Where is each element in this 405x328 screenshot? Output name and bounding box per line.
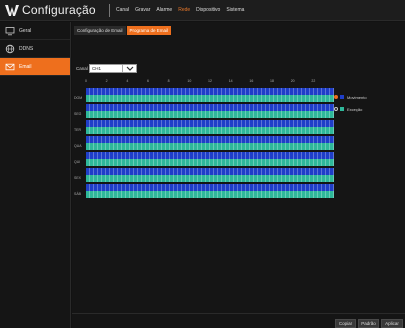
- exception-schedule-band[interactable]: [86, 191, 334, 198]
- day-row[interactable]: TER: [74, 119, 334, 135]
- day-row[interactable]: SEG: [74, 103, 334, 119]
- exception-schedule-band[interactable]: [86, 127, 334, 134]
- radio-icon: [334, 107, 338, 111]
- motion-schedule-band[interactable]: [86, 88, 334, 95]
- hour-tick-label: 0: [85, 79, 87, 83]
- tab-email-schedule[interactable]: Programa de Email: [126, 26, 172, 35]
- nav-item-canal[interactable]: Canal: [116, 7, 129, 13]
- top-nav: Canal Gravar Alarme Rede Dispositivo Sis…: [116, 7, 244, 13]
- radio-icon: [334, 95, 338, 99]
- exception-swatch: [340, 107, 344, 111]
- day-label: SEG: [74, 112, 82, 116]
- day-row[interactable]: SEX: [74, 167, 334, 183]
- tab-email-config[interactable]: Configuração de Email: [74, 26, 126, 35]
- nav-item-gravar[interactable]: Gravar: [135, 7, 150, 13]
- legend-label: Movimento: [347, 94, 367, 100]
- apply-button[interactable]: Aplicar: [381, 319, 403, 328]
- hour-tick-label: 12: [208, 79, 212, 83]
- hour-tick-label: 22: [311, 79, 316, 83]
- day-label: QUA: [74, 144, 82, 148]
- exception-schedule-band[interactable]: [86, 159, 334, 166]
- hour-scale: 0 2 4 6 8 10 12 14 16 18 20 22: [85, 79, 334, 85]
- motion-swatch: [340, 95, 344, 99]
- channel-value: CH1: [92, 66, 102, 71]
- day-label: QUI: [74, 160, 81, 164]
- day-label: TER: [74, 128, 81, 132]
- sidebar-item-label: Email: [19, 63, 32, 70]
- title-divider: [109, 4, 110, 17]
- nav-item-sistema[interactable]: Sistema: [226, 7, 244, 13]
- hour-tick-label: 10: [187, 79, 192, 83]
- day-label: SÁB: [74, 192, 82, 196]
- nav-item-rede[interactable]: Rede: [178, 7, 190, 13]
- monitor-icon: [5, 26, 15, 36]
- day-label: DOM: [74, 96, 83, 100]
- hour-tick-label: 14: [228, 79, 233, 83]
- bottom-bar: Copiar Padrão Aplicar: [72, 313, 405, 328]
- hour-tick-label: 16: [249, 79, 254, 83]
- copy-button[interactable]: Copiar: [335, 319, 356, 328]
- motion-schedule-band[interactable]: [86, 168, 334, 175]
- top-bar: Configuração Canal Gravar Alarme Rede Di…: [0, 0, 405, 21]
- sidebar-item-ddns[interactable]: DDNS: [0, 40, 70, 58]
- day-row[interactable]: SÁB: [74, 183, 334, 199]
- motion-schedule-band[interactable]: [86, 184, 334, 191]
- legend-item-exception[interactable]: Exceção: [334, 103, 367, 115]
- hour-tick-label: 20: [290, 79, 295, 83]
- logo-icon: [5, 5, 19, 16]
- hour-tick-label: 18: [270, 79, 274, 83]
- hour-tick-label: 8: [167, 79, 170, 83]
- schedule-grid[interactable]: DOM SEG TER QUA QUI SEX SÁB: [74, 87, 334, 199]
- mail-icon: [5, 62, 15, 72]
- hour-tick-label: 6: [147, 79, 149, 83]
- channel-label: Canal: [76, 66, 88, 71]
- day-row[interactable]: QUI: [74, 151, 334, 167]
- sidebar-item-label: Geral: [19, 27, 32, 34]
- sidebar-item-label: DDNS: [19, 45, 34, 52]
- legend-item-motion[interactable]: Movimento: [334, 91, 367, 103]
- sidebar-item-email[interactable]: Email: [0, 58, 70, 76]
- main-panel: Configuração de Email Programa de Email …: [72, 22, 405, 328]
- sidebar-item-geral[interactable]: Geral: [0, 22, 70, 40]
- motion-schedule-band[interactable]: [86, 136, 334, 143]
- exception-schedule-band[interactable]: [86, 143, 334, 150]
- sidebar: Geral DDNS Email: [0, 22, 71, 328]
- globe-icon: [5, 44, 15, 54]
- channel-select[interactable]: CH1: [89, 64, 137, 73]
- motion-schedule-band[interactable]: [86, 120, 334, 127]
- page-title: Configuração: [22, 3, 96, 17]
- day-row[interactable]: DOM: [74, 87, 334, 103]
- legend: Movimento Exceção: [334, 91, 367, 115]
- motion-schedule-band[interactable]: [86, 152, 334, 159]
- exception-schedule-band[interactable]: [86, 111, 334, 118]
- day-row[interactable]: QUA: [74, 135, 334, 151]
- app-window: Configuração Canal Gravar Alarme Rede Di…: [0, 0, 405, 328]
- exception-schedule-band[interactable]: [86, 175, 334, 182]
- chevron-down-icon: [122, 65, 136, 72]
- nav-item-alarme[interactable]: Alarme: [156, 7, 172, 13]
- nav-item-dispositivo[interactable]: Dispositivo: [196, 7, 220, 13]
- hour-tick-label: 4: [126, 79, 129, 83]
- day-label: SEX: [74, 176, 82, 180]
- exception-schedule-band[interactable]: [86, 95, 334, 102]
- motion-schedule-band[interactable]: [86, 104, 334, 111]
- hour-tick-label: 2: [105, 79, 108, 83]
- default-button[interactable]: Padrão: [358, 319, 379, 328]
- legend-label: Exceção: [347, 106, 363, 112]
- sub-tabs: Configuração de Email Programa de Email: [74, 26, 172, 35]
